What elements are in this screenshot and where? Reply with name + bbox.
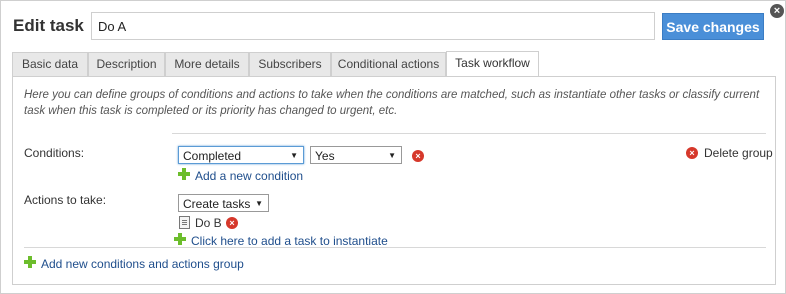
delete-group-icon[interactable]: × xyxy=(686,147,698,159)
dropdown-arrow-icon: ▼ xyxy=(290,151,298,160)
remove-task-icon[interactable]: × xyxy=(226,217,238,229)
tab-more-details[interactable]: More details xyxy=(165,52,249,76)
dialog-title: Edit task xyxy=(13,16,84,35)
condition-field-value: Completed xyxy=(183,149,242,163)
divider xyxy=(172,133,766,134)
conditions-label: Conditions: xyxy=(24,146,85,160)
plus-icon[interactable] xyxy=(174,233,186,245)
edit-task-dialog: × Edit task Save changes Basic data Desc… xyxy=(0,0,786,294)
condition-value-value: Yes xyxy=(315,149,335,163)
add-group-link[interactable]: Add new conditions and actions group xyxy=(41,257,244,271)
task-workflow-panel: Here you can define groups of conditions… xyxy=(12,76,776,285)
remove-condition-icon[interactable]: × xyxy=(412,150,424,162)
dropdown-arrow-icon: ▼ xyxy=(388,151,396,160)
actions-label: Actions to take: xyxy=(24,193,107,207)
tab-basic-data[interactable]: Basic data xyxy=(12,52,88,76)
action-type-select[interactable]: Create tasks ▼ xyxy=(178,194,269,212)
divider xyxy=(24,247,766,248)
plus-icon[interactable] xyxy=(24,256,36,268)
tab-subscribers[interactable]: Subscribers xyxy=(249,52,331,76)
task-name-input[interactable] xyxy=(91,12,655,40)
tab-conditional-actions[interactable]: Conditional actions xyxy=(331,52,446,76)
action-type-value: Create tasks xyxy=(183,197,251,211)
delete-group-link[interactable]: Delete group xyxy=(704,146,773,160)
plus-icon[interactable] xyxy=(178,168,190,180)
tab-description[interactable]: Description xyxy=(88,52,165,76)
condition-value-select[interactable]: Yes ▼ xyxy=(310,146,402,164)
tab-task-workflow[interactable]: Task workflow xyxy=(446,51,539,77)
task-item-name: Do B xyxy=(195,216,222,230)
close-icon[interactable]: × xyxy=(770,4,784,18)
dropdown-arrow-icon: ▼ xyxy=(255,199,263,208)
save-changes-button[interactable]: Save changes xyxy=(662,13,764,40)
task-icon xyxy=(179,216,190,229)
condition-field-select[interactable]: Completed ▼ xyxy=(178,146,304,164)
workflow-intro: Here you can define groups of conditions… xyxy=(24,89,760,117)
add-task-link[interactable]: Click here to add a task to instantiate xyxy=(191,234,388,248)
add-condition-link[interactable]: Add a new condition xyxy=(195,169,303,183)
